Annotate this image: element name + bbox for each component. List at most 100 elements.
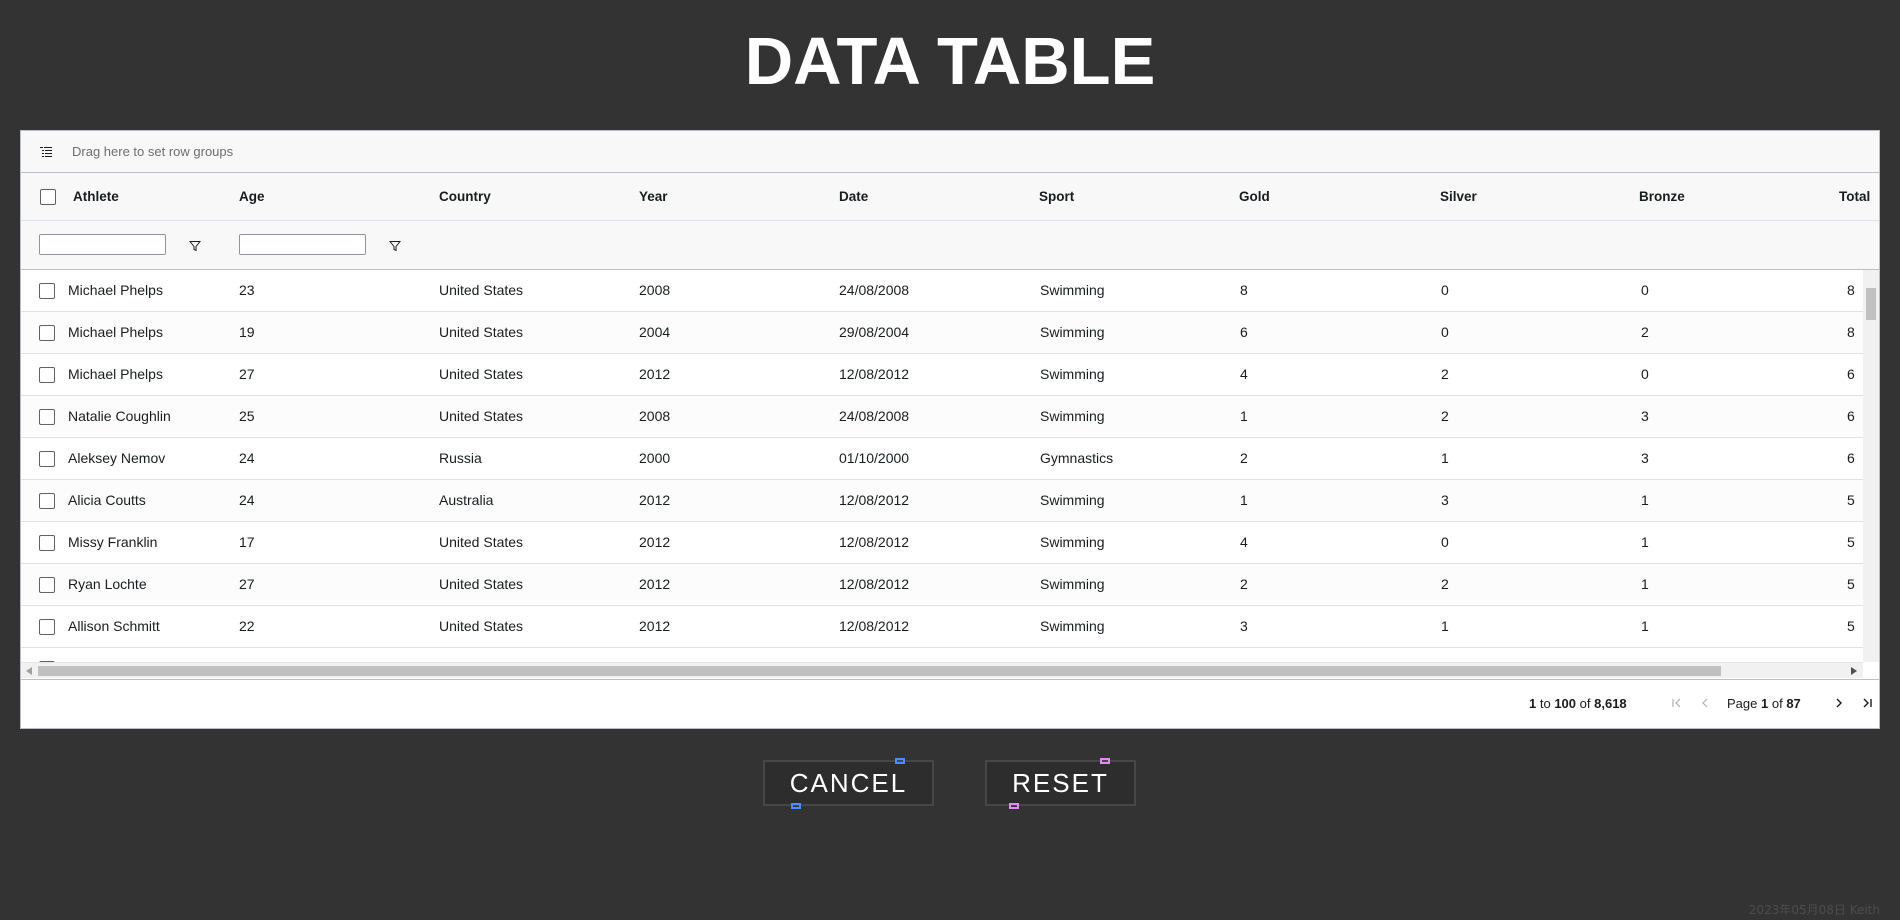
page-title: DATA TABLE	[744, 24, 1156, 99]
row-checkbox[interactable]	[39, 493, 55, 509]
table-cell-athlete: Ryan Lochte	[68, 576, 147, 592]
header-silver[interactable]: Silver	[1440, 173, 1477, 221]
scroll-right-icon[interactable]	[1851, 667, 1857, 675]
filter-icon[interactable]	[388, 239, 402, 252]
table-cell-country: United States	[439, 618, 524, 634]
horizontal-scrollbar[interactable]	[21, 662, 1863, 678]
previous-page-icon[interactable]	[1697, 695, 1713, 711]
grid-body[interactable]: Michael Phelps 2 3 United States 2008 24/08/2…	[21, 270, 1879, 662]
table-cell-sport: Swimming	[1040, 618, 1105, 634]
table-cell-year: 2012	[639, 492, 671, 508]
table-cell-gold: 6	[1240, 324, 1248, 340]
row-count-summary: 1 to 100 of 8,618	[1529, 696, 1627, 711]
filter-icon[interactable]	[188, 239, 202, 252]
resize-handle[interactable]	[791, 803, 801, 809]
table-cell-age: 19	[239, 324, 255, 340]
header-year[interactable]: Year	[639, 173, 668, 221]
row-checkbox[interactable]	[39, 409, 55, 425]
table-cell-year: 2008	[639, 408, 671, 424]
vertical-scrollbar[interactable]	[1863, 270, 1879, 662]
header-bronze[interactable]: Bronze	[1639, 173, 1685, 221]
row-checkbox[interactable]	[39, 619, 55, 635]
table-cell-age: 24	[239, 450, 255, 466]
table-cell-year: 2008	[639, 282, 671, 298]
table-row[interactable]: Michael Phelps 27 United States 2012 12/08/2…	[21, 354, 1863, 396]
header-athlete[interactable]: Athlete	[73, 173, 119, 221]
page-indicator: Page 1 of 87	[1727, 696, 1801, 711]
table-row[interactable]: Allison Schmitt 22 United States 2012 12/08/…	[21, 606, 1863, 648]
table-cell-silver: 0	[1441, 534, 1449, 550]
header-row: Athlete Age Country Year Date Sport Gold…	[21, 173, 1879, 221]
header-gold[interactable]: Gold	[1239, 173, 1270, 221]
resize-handle[interactable]	[1100, 758, 1110, 764]
header-total[interactable]: Total	[1839, 173, 1870, 221]
table-row[interactable]: Aleksey Nemov 24 Russia 2000 01/10/2000 Gymna…	[21, 438, 1863, 480]
table-cell-age: 24	[239, 492, 255, 508]
table-cell-sport: Swimming	[1040, 282, 1105, 298]
row-checkbox[interactable]	[39, 577, 55, 593]
table-cell-year: 2004	[639, 324, 671, 340]
table-cell-bronze: 3	[1641, 450, 1649, 466]
table-row[interactable]: Missy Franklin 17 United States 2012 12/08/2…	[21, 522, 1863, 564]
row-checkbox[interactable]	[39, 451, 55, 467]
table-cell-gold: 1	[1240, 408, 1248, 424]
cancel-button[interactable]: CANCEL	[763, 760, 934, 806]
table-cell-bronze: 1	[1641, 534, 1649, 550]
scroll-left-icon[interactable]	[26, 667, 32, 675]
resize-handle[interactable]	[895, 758, 905, 764]
select-all-checkbox[interactable]	[40, 189, 56, 205]
table-cell-date: 29/08/2004	[839, 324, 910, 340]
last-page-icon[interactable]	[1859, 695, 1875, 711]
header-date[interactable]: Date	[839, 173, 868, 221]
table-cell-age: 22	[239, 618, 255, 634]
table-row[interactable]: Michael Phelps 23 United States 2008 24/08/2…	[21, 270, 1863, 312]
table-cell-bronze: 1	[1641, 492, 1649, 508]
table-cell-country: United States	[439, 324, 524, 340]
table-cell-age: 27	[239, 366, 255, 382]
table-cell-silver: 0	[1441, 324, 1449, 340]
table-cell-bronze: 2	[1641, 324, 1649, 340]
row-checkbox[interactable]	[39, 283, 55, 299]
row-group-panel[interactable]: Drag here to set row groups	[21, 131, 1879, 173]
horizontal-scroll-thumb[interactable]	[38, 666, 1721, 676]
table-cell-sport: Swimming	[1040, 534, 1105, 550]
table-cell-date: 24/08/2008	[839, 282, 910, 298]
table-cell-total: 5	[1847, 576, 1855, 592]
age-filter-input[interactable]	[239, 234, 366, 255]
table-row[interactable]: Michael Phelps 19 United States 2004 29/08/2…	[21, 312, 1863, 354]
table-cell-athlete: Michael Phelps	[68, 324, 163, 340]
table-cell-country: United States	[439, 282, 524, 298]
resize-handle[interactable]	[1009, 803, 1019, 809]
table-cell-year: 2012	[639, 534, 671, 550]
footer-credit: 2023年05月08日 Keith	[1748, 903, 1880, 917]
table-cell-bronze: 0	[1641, 366, 1649, 382]
table-cell-athlete: Alicia Coutts	[68, 492, 146, 508]
table-cell-total: 5	[1847, 618, 1855, 634]
table-cell-gold: 4	[1240, 366, 1248, 382]
table-cell-gold: 3	[1240, 618, 1248, 634]
table-row-partial[interactable]	[21, 648, 1863, 662]
table-cell-silver: 3	[1441, 492, 1449, 508]
table-cell-silver: 2	[1441, 408, 1449, 424]
table-cell-silver: 1	[1441, 618, 1449, 634]
table-cell-total: 6	[1847, 366, 1855, 382]
row-checkbox[interactable]	[39, 535, 55, 551]
reset-button[interactable]: RESET	[985, 760, 1136, 806]
row-checkbox[interactable]	[39, 367, 55, 383]
next-page-icon[interactable]	[1831, 695, 1847, 711]
table-cell-sport: Swimming	[1040, 576, 1105, 592]
athlete-filter-input[interactable]	[39, 234, 166, 255]
table-cell-age: 27	[239, 576, 255, 592]
header-sport[interactable]: Sport	[1039, 173, 1074, 221]
row-checkbox[interactable]	[39, 325, 55, 341]
first-page-icon[interactable]	[1669, 695, 1685, 711]
table-row[interactable]: Ryan Lochte 27 United States 2012 12/08/2012…	[21, 564, 1863, 606]
table-cell-athlete: Missy Franklin	[68, 534, 158, 550]
header-country[interactable]: Country	[439, 173, 491, 221]
table-row[interactable]: Natalie Coughlin 25 United States 2008 24/08…	[21, 396, 1863, 438]
table-cell-country: United States	[439, 366, 524, 382]
table-row[interactable]: Alicia Coutts 24 Australia 2012 12/08/2012 Sw…	[21, 480, 1863, 522]
vertical-scroll-thumb[interactable]	[1866, 288, 1876, 320]
table-cell-athlete: Michael Phelps	[68, 282, 163, 298]
header-age[interactable]: Age	[239, 173, 265, 221]
